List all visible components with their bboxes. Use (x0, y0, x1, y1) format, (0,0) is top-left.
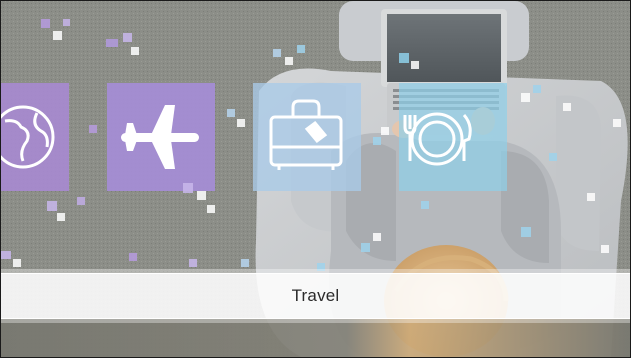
caption-text: Travel (291, 286, 340, 305)
luggage-tile (253, 83, 361, 191)
photo-bottom-strip (1, 319, 630, 357)
globe-tile (1, 83, 69, 191)
slide-frame: Travel (0, 0, 631, 358)
caption-band: Travel (1, 273, 630, 319)
